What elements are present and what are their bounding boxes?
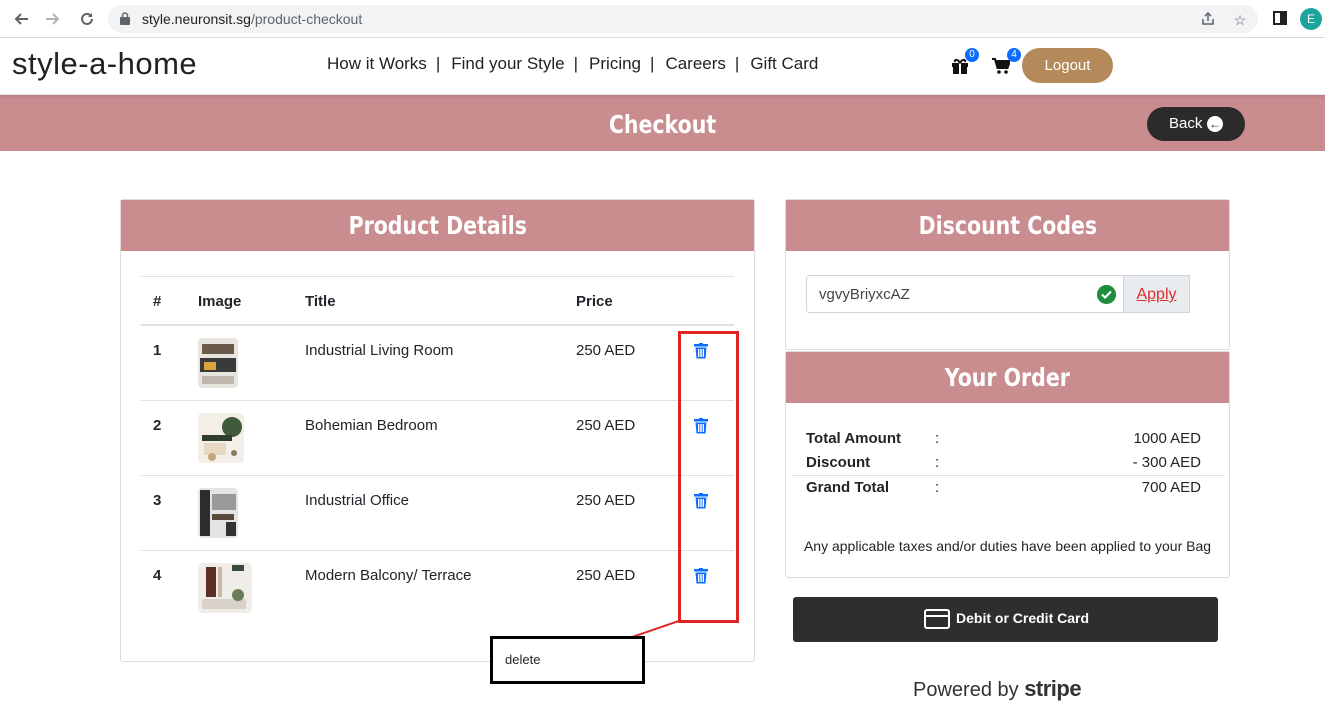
back-button-label: Back [1169,115,1203,132]
column-header-image: Image [198,293,242,310]
product-title: Industrial Office [305,492,409,509]
menu-separator: | [573,54,579,73]
payment-button-label: Debit or Credit Card [956,610,1090,626]
column-header-title: Title [305,293,336,310]
order-value: 1000 AED [1133,430,1201,447]
menu-separator: | [650,54,655,73]
back-arrow-icon[interactable] [10,8,32,30]
product-price: 250 AED [576,342,636,359]
address-bar[interactable]: style.neuronsit.sg/product-checkout ☆ [108,5,1258,33]
table-row: 3 Industrial Office 250 AED [141,476,734,551]
cart-icon[interactable] [992,57,1010,75]
powered-by-stripe: Powered by stripe [913,676,1082,702]
product-title: Bohemian Bedroom [305,417,438,434]
forward-arrow-icon[interactable] [42,8,64,30]
product-thumbnail[interactable] [198,413,244,463]
debit-credit-card-button[interactable]: Debit or Credit Card [793,597,1218,642]
browser-toolbar: style.neuronsit.sg/product-checkout ☆ E [0,0,1325,38]
credit-card-icon [924,609,950,629]
row-number: 3 [153,492,162,509]
apply-button[interactable]: Apply [1123,275,1190,313]
annotation-label: delete [490,636,645,684]
order-value: 700 AED [1141,479,1201,496]
page-title: Checkout [608,110,717,139]
table-row: 4 Modern Balcony/ Terrace 250 AED [141,551,734,626]
product-table: # Image Title Price 1 Industrial Living … [141,276,734,626]
table-header: # Image Title Price [141,276,734,326]
order-row-grand-total: Grand Total : 700 AED [806,479,1201,503]
checkout-banner: Checkout Back ← [0,95,1325,151]
discount-codes-card: Discount Codes vgvyBriyxcAZ Apply [785,199,1230,350]
order-divider [792,475,1225,476]
product-details-heading: Product Details [121,200,754,251]
row-number: 2 [153,417,162,434]
your-order-card: Your Order Total Amount : 1000 AED Disco… [785,351,1230,578]
powered-by-text: Powered by [913,679,1019,701]
product-title: Industrial Living Room [305,342,454,359]
order-label: Discount [806,454,871,471]
table-row: 1 Industrial Living Room 250 AED [141,326,734,401]
logout-button[interactable]: Logout [1022,48,1113,83]
row-number: 4 [153,567,162,584]
reload-icon[interactable] [76,8,98,30]
table-row: 2 Bohemian Bedroom 250 AED [141,401,734,476]
column-header-price: Price [576,293,613,310]
bookmark-star-icon[interactable]: ☆ [1232,12,1248,28]
product-price: 250 AED [576,417,636,434]
order-value: - 300 AED [1132,454,1201,471]
stripe-logo: stripe [1024,676,1082,701]
product-details-card: Product Details # Image Title Price 1 In… [120,199,755,662]
menu-separator: | [734,54,740,73]
menu-pricing[interactable]: Pricing [589,54,641,74]
back-button[interactable]: Back ← [1147,107,1245,141]
menu-how-it-works[interactable]: How it Works [327,54,427,74]
check-circle-icon [1097,285,1116,304]
product-thumbnail[interactable] [198,488,238,538]
menu-find-your-style[interactable]: Find your Style [451,54,564,74]
site-logo[interactable]: style-a-home [12,46,197,82]
product-price: 250 AED [576,567,636,584]
your-order-heading: Your Order [786,352,1229,403]
gift-count-badge: 0 [965,48,979,62]
order-colon: : [935,430,940,447]
row-number: 1 [153,342,162,359]
product-price: 250 AED [576,492,636,509]
profile-avatar[interactable]: E [1300,8,1322,30]
url-text: style.neuronsit.sg/product-checkout [142,11,363,27]
menu-careers[interactable]: Careers [665,54,725,74]
discount-code-input[interactable]: vgvyBriyxcAZ [806,275,1124,313]
site-header: style-a-home How it Works | Find your Sty… [0,38,1325,94]
main-menu: How it Works | Find your Style | Pricing | … [327,54,818,74]
product-thumbnail[interactable] [198,338,238,388]
share-icon[interactable] [1200,11,1216,28]
order-row-total: Total Amount : 1000 AED [806,430,1201,454]
order-label: Grand Total [806,479,890,496]
order-label: Total Amount [806,430,901,447]
menu-separator: | [435,54,441,73]
arrow-left-circle-icon: ← [1207,116,1223,132]
product-thumbnail[interactable] [198,563,252,613]
product-title: Modern Balcony/ Terrace [305,567,472,584]
tax-note: Any applicable taxes and/or duties have … [803,538,1212,554]
discount-code-value: vgvyBriyxcAZ [819,286,910,303]
column-header-number: # [153,293,162,310]
side-panel-icon[interactable] [1272,11,1288,27]
delete-column-highlight [678,331,739,623]
menu-gift-card[interactable]: Gift Card [750,54,818,74]
discount-codes-heading: Discount Codes [786,200,1229,251]
order-colon: : [935,479,940,496]
cart-count-badge: 4 [1007,48,1021,62]
lock-icon [120,12,130,25]
order-colon: : [935,454,940,471]
